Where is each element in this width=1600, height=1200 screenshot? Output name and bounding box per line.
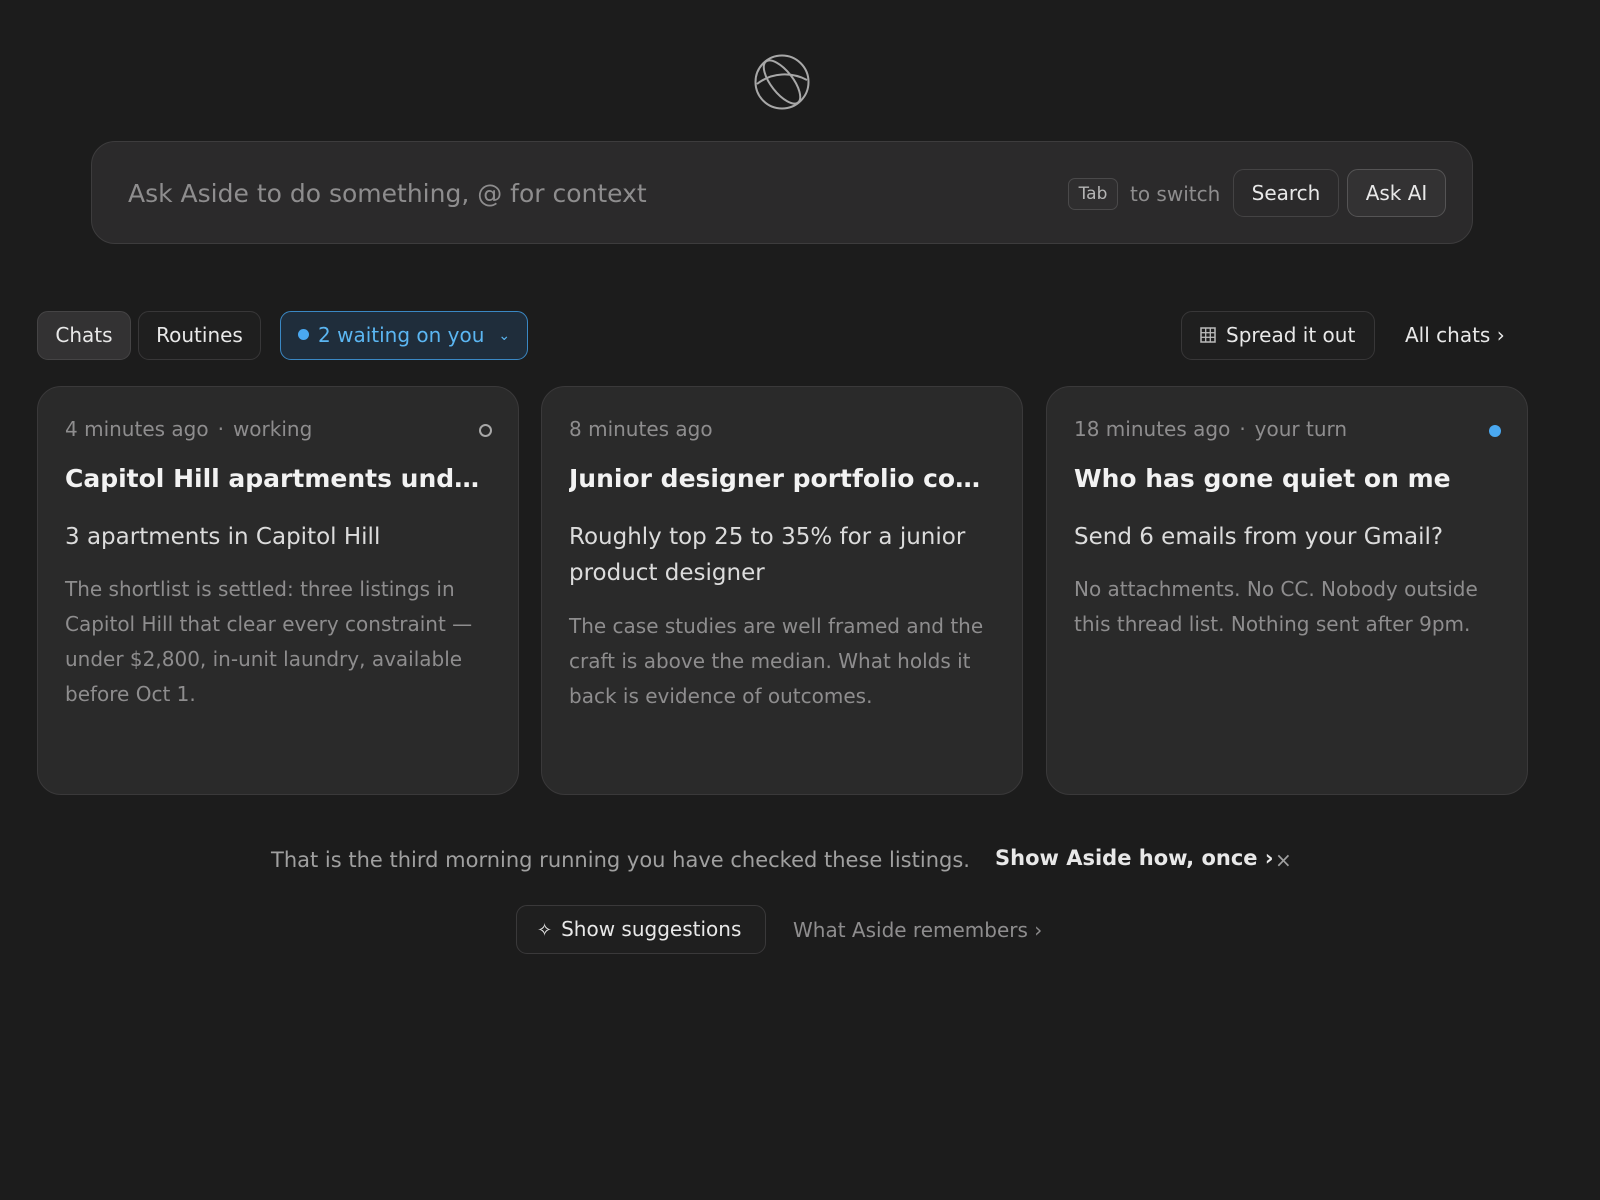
- waiting-label: 2 waiting on you: [318, 323, 485, 347]
- show-aside-how-link[interactable]: Show Aside how, once ›: [995, 846, 1274, 870]
- chevron-down-icon: ⌄: [498, 328, 511, 344]
- card-status: working: [232, 417, 313, 441]
- chat-card[interactable]: 8 minutes ago Junior designer portfolio …: [541, 386, 1023, 795]
- card-title: Junior designer portfolio comp...: [569, 464, 999, 493]
- prompt-input[interactable]: [126, 170, 1026, 216]
- tab-key-hint: Tab: [1068, 178, 1118, 210]
- card-body: The shortlist is settled: three listings…: [65, 577, 473, 706]
- card-time: 8 minutes ago: [569, 417, 713, 441]
- card-subtitle: Roughly top 25 to 35% for a junior produ…: [569, 524, 966, 586]
- prompt-bar: Tab to switch Search Ask AI: [91, 141, 1473, 244]
- meta-separator: ·: [217, 417, 224, 441]
- ask-ai-mode-button[interactable]: Ask AI: [1347, 169, 1446, 217]
- meta-separator: ·: [1239, 417, 1246, 441]
- waiting-dot-icon: [298, 329, 309, 340]
- aside-logo-icon: [754, 54, 810, 110]
- card-body: No attachments. No CC. Nobody outside th…: [1074, 577, 1478, 636]
- spread-label: Spread it out: [1226, 323, 1356, 347]
- what-aside-remembers-link[interactable]: What Aside remembers ›: [793, 918, 1042, 942]
- card-time: 18 minutes ago: [1074, 417, 1231, 441]
- show-suggestions-button[interactable]: ✧ Show suggestions: [516, 905, 766, 954]
- chat-card[interactable]: 18 minutes ago · your turn Who has gone qu…: [1046, 386, 1528, 795]
- spread-it-out-button[interactable]: Spread it out: [1181, 311, 1375, 360]
- close-icon[interactable]: ×: [1275, 848, 1292, 872]
- card-meta: 4 minutes ago · working: [65, 417, 312, 441]
- grid-icon: [1200, 326, 1216, 343]
- card-subtitle: Send 6 emails from your Gmail?: [1074, 524, 1444, 550]
- card-title: Who has gone quiet on me: [1074, 464, 1451, 493]
- card-subtitle: 3 apartments in Capitol Hill: [65, 524, 381, 550]
- suggestions-label: Show suggestions: [561, 917, 742, 941]
- card-body: The case studies are well framed and the…: [569, 614, 984, 708]
- card-meta: 8 minutes ago: [569, 417, 713, 441]
- sparkle-icon: ✧: [537, 920, 553, 941]
- card-time: 4 minutes ago: [65, 417, 209, 441]
- working-status-icon: [479, 424, 492, 437]
- card-meta: 18 minutes ago · your turn: [1074, 417, 1347, 441]
- routine-nudge-text: That is the third morning running you ha…: [271, 848, 970, 872]
- search-mode-button[interactable]: Search: [1233, 169, 1339, 217]
- card-title: Capitol Hill apartments under $...: [65, 464, 495, 493]
- chat-card[interactable]: 4 minutes ago · working Capitol Hill apart…: [37, 386, 519, 795]
- all-chats-link[interactable]: All chats ›: [1405, 311, 1505, 360]
- tab-routines[interactable]: Routines: [138, 311, 261, 360]
- card-status: your turn: [1254, 417, 1348, 441]
- waiting-filter-dropdown[interactable]: 2 waiting on you ⌄: [280, 311, 528, 360]
- unread-dot-icon: [1489, 425, 1501, 437]
- tab-chats[interactable]: Chats: [37, 311, 131, 360]
- switch-hint: to switch: [1130, 182, 1221, 206]
